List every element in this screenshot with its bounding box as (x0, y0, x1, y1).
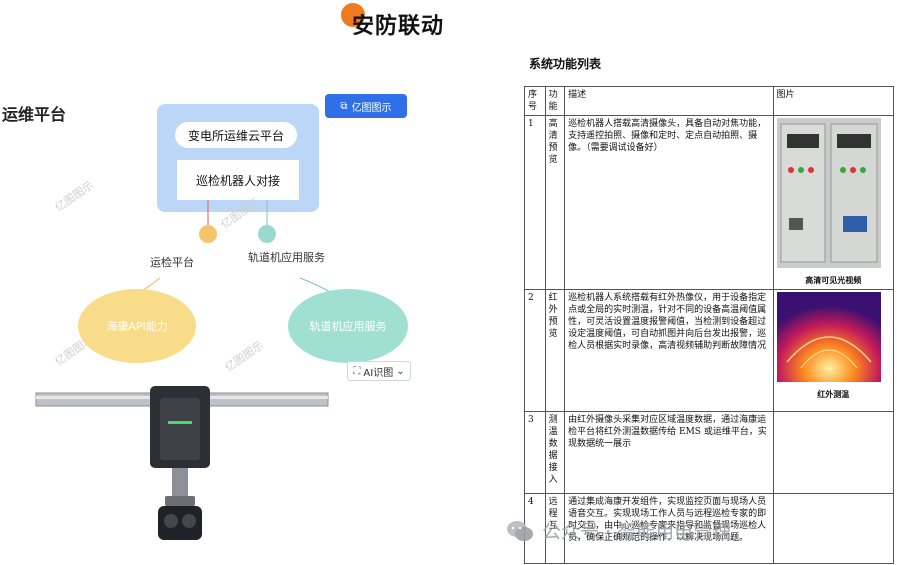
connector-curve (299, 277, 331, 293)
table-title: 系统功能列表 (529, 57, 602, 71)
row-desc: 巡检机器人系统搭载有红外热像仪，用于设备指定点或全局的实时测温，针对不同的设备高… (564, 289, 774, 412)
header-no: 序号 (524, 86, 546, 116)
header-pic: 图片 (772, 86, 895, 116)
thermal-photo (776, 292, 881, 382)
row-pic: 红外测温 (772, 289, 895, 412)
row-desc: 巡检机器人搭载高清摄像头，具备自动对焦功能，支持遥控拍照、摄像和定时、定点自动拍… (564, 115, 774, 290)
row-no: 3 (524, 411, 546, 494)
ai-recognize-button[interactable]: ⛶ AI识图 ⌄ (347, 361, 411, 381)
robot-panel (160, 398, 200, 460)
row-func: 高清预览 (544, 115, 566, 290)
camera-lens (182, 514, 196, 528)
row-pic (772, 493, 895, 564)
row-pic (772, 411, 895, 494)
robot-pole (172, 468, 188, 498)
row-func: 测温数据接入 (544, 411, 566, 494)
switchgear-photo (776, 118, 881, 268)
right-node-dot (258, 225, 276, 243)
header-func: 功能 (544, 86, 566, 116)
right-ellipse: 轨道机应用服务 (288, 289, 408, 363)
photo-caption: 红外测温 (817, 389, 850, 399)
row-no: 1 (524, 115, 546, 290)
photo-caption: 高清可见光视频 (805, 275, 862, 285)
table-row: 1 高清预览 巡检机器人搭载高清摄像头，具备自动对焦功能，支持遥控拍照、摄像和定… (524, 115, 895, 290)
table-row: 3 测温数据接入 由红外摄像头采集对应区域温度数据，通过海康运检平台将红外测温数… (524, 411, 895, 494)
left-node-dot (199, 225, 217, 243)
wechat-icon (507, 520, 533, 541)
robot-status-light (168, 421, 192, 424)
row-func: 红外预览 (544, 289, 566, 412)
left-ellipse: 海康API能力 (78, 289, 196, 363)
row-pic: 高清可见光视频 (772, 115, 895, 290)
footer-watermark: 公众号 · 智能用电管理 (506, 517, 731, 544)
camera-lens (164, 514, 178, 528)
left-node-label: 运检平台 (150, 256, 194, 269)
right-node-label: 轨道机应用服务 (248, 251, 325, 264)
chevron-down-icon: ⌄ (396, 365, 405, 377)
ai-scan-icon: ⛶ (353, 365, 361, 377)
row-no: 2 (524, 289, 546, 412)
row-desc: 由红外摄像头采集对应区域温度数据，通过海康运检平台将红外测温数据传给 EMS 或… (564, 411, 774, 494)
robot-joint (165, 496, 195, 506)
table-row: 2 红外预览 巡检机器人系统搭载有红外热像仪，用于设备指定点或全局的实时测温，针… (524, 289, 895, 412)
function-table: 序号 功能 描述 图片 1 高清预览 巡检机器人搭载高清摄像头，具备自动对焦功能… (524, 86, 895, 564)
table-header-row: 序号 功能 描述 图片 (524, 86, 895, 116)
header-desc: 描述 (564, 86, 774, 116)
